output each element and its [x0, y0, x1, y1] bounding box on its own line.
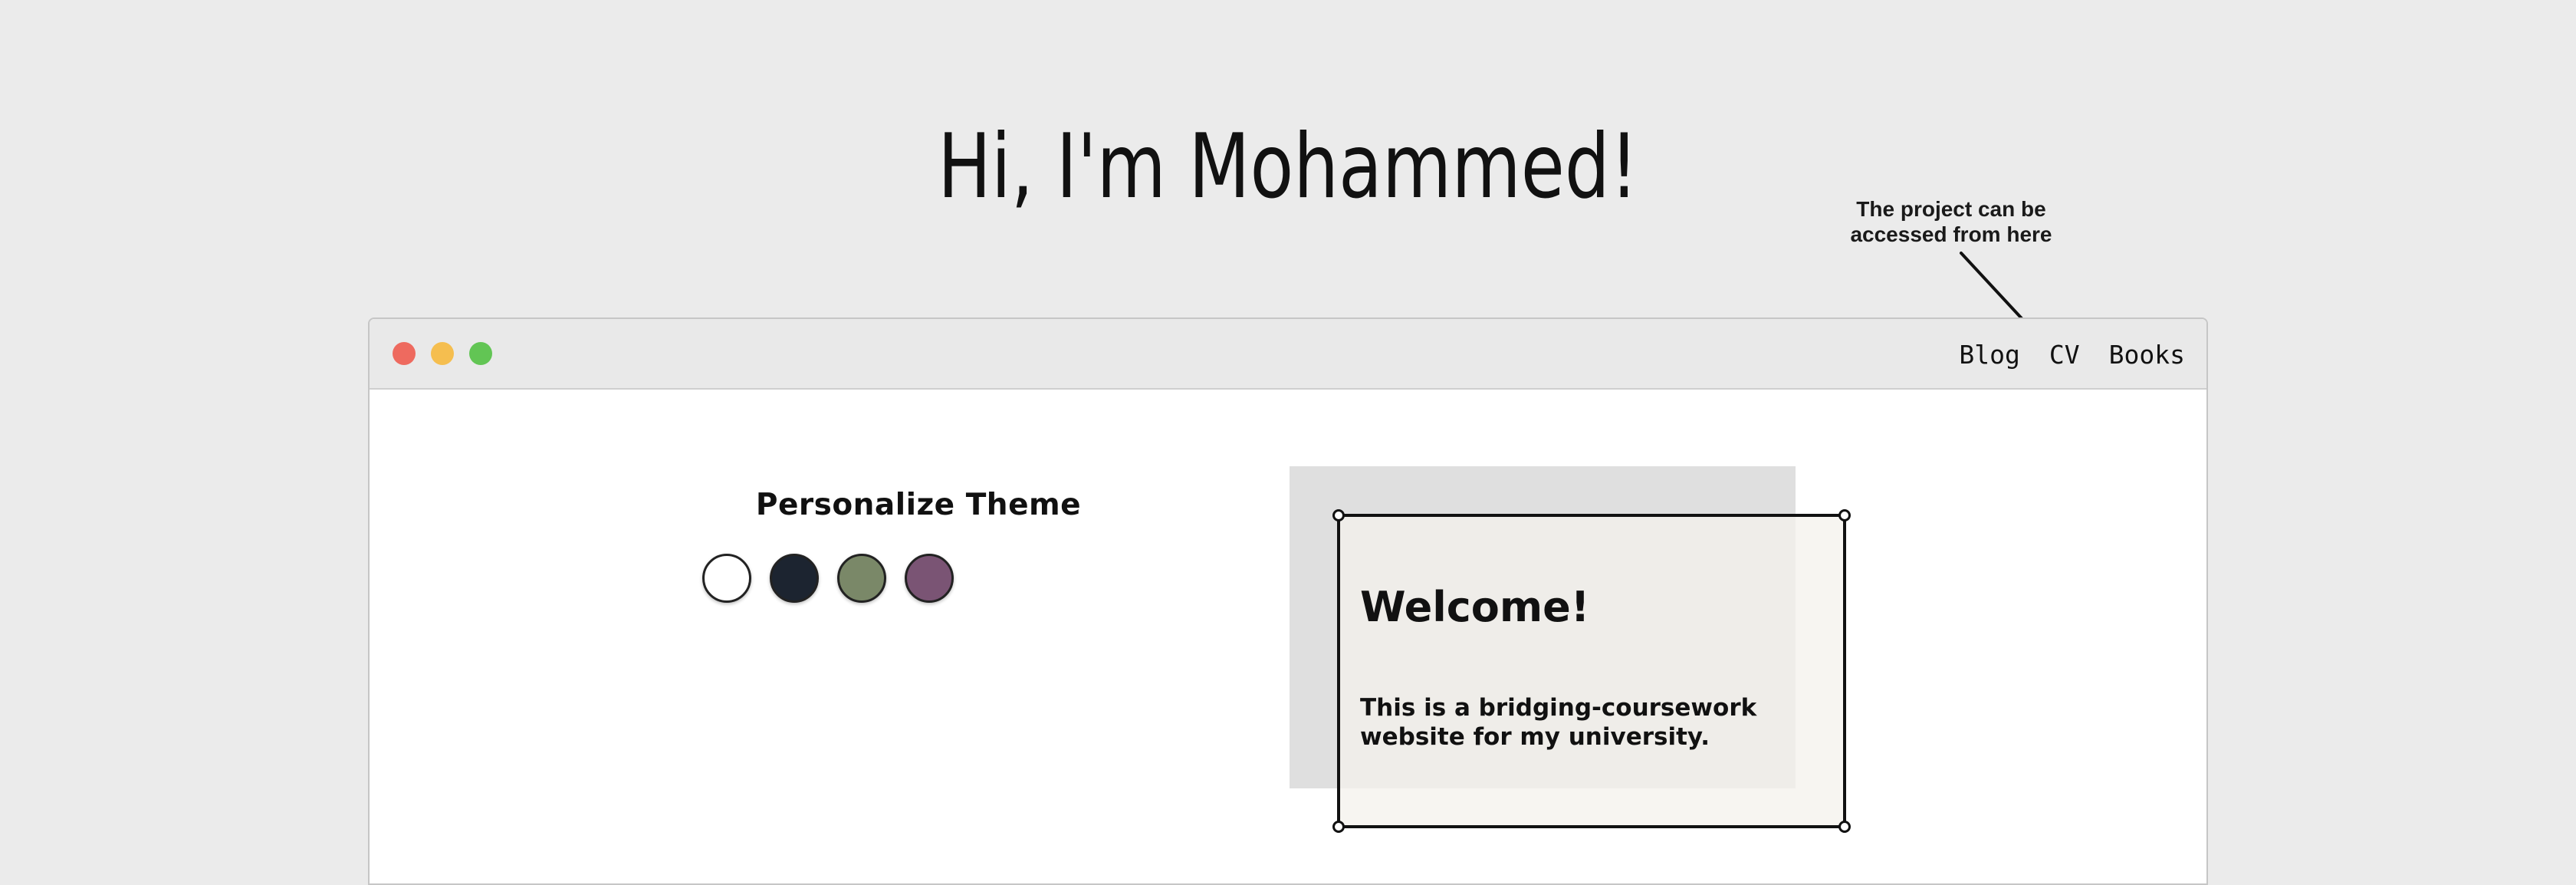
- annotation-line-2: accessed from here: [1850, 222, 2052, 246]
- resize-handle-top-right[interactable]: [1838, 509, 1851, 521]
- theme-swatch-white[interactable]: [702, 554, 751, 603]
- theme-swatch-navy[interactable]: [770, 554, 819, 603]
- welcome-text-line-2: website for my university.: [1360, 723, 1710, 751]
- annotation-note: The project can be accessed from here: [1798, 196, 2104, 247]
- nav-link-blog[interactable]: Blog: [1959, 340, 2019, 370]
- window-minimize-button[interactable]: [431, 342, 454, 365]
- window-close-button[interactable]: [393, 342, 416, 365]
- annotation-line-1: The project can be: [1856, 197, 2046, 221]
- resize-handle-top-left[interactable]: [1332, 509, 1345, 521]
- welcome-heading: Welcome!: [1360, 583, 1590, 631]
- browser-window: Blog CV Books Personalize Theme Welcome!…: [368, 317, 2208, 885]
- window-maximize-button[interactable]: [469, 342, 492, 365]
- window-titlebar: Blog CV Books: [370, 319, 2206, 390]
- top-nav: Blog CV Books: [1959, 319, 2185, 390]
- theme-panel: Personalize Theme: [681, 488, 1156, 603]
- resize-handle-bottom-right[interactable]: [1838, 821, 1851, 833]
- nav-link-cv[interactable]: CV: [2049, 340, 2080, 370]
- theme-swatches: [681, 554, 1156, 610]
- nav-link-books[interactable]: Books: [2109, 340, 2185, 370]
- welcome-card: Welcome! This is a bridging-coursework w…: [1332, 509, 1851, 833]
- theme-swatch-plum[interactable]: [905, 554, 954, 603]
- resize-handle-bottom-left[interactable]: [1332, 821, 1345, 833]
- theme-swatch-olive[interactable]: [837, 554, 886, 603]
- welcome-text: This is a bridging-coursework website fo…: [1360, 693, 1789, 752]
- theme-title: Personalize Theme: [755, 488, 1082, 522]
- welcome-text-line-1: This is a bridging-coursework: [1360, 694, 1757, 722]
